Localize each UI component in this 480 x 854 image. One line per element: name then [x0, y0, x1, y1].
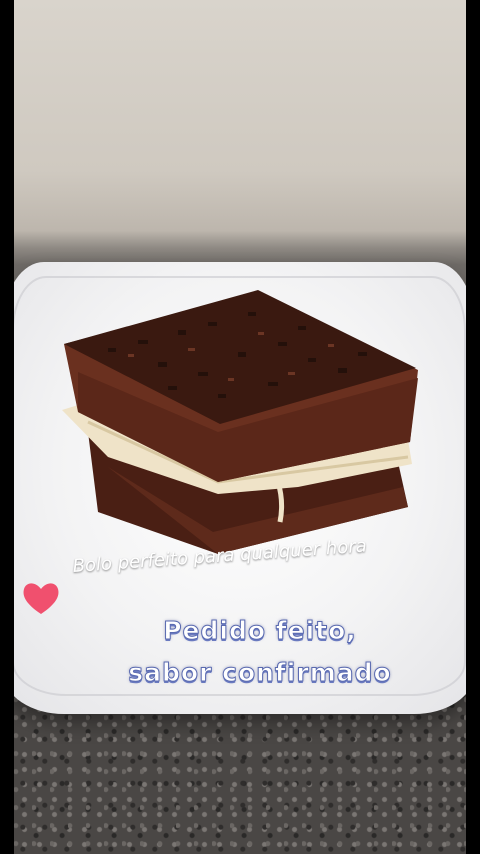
headline: Pedido feito, sabor confirmado	[70, 610, 450, 694]
chocolate-cake-icon	[62, 290, 418, 554]
headline-line-2: sabor confirmado	[128, 658, 392, 688]
headline-line-1: Pedido feito,	[163, 616, 357, 646]
heart-icon	[23, 583, 59, 614]
photo-frame: Bolo perfeito para qualquer hora Pedido …	[14, 0, 466, 854]
